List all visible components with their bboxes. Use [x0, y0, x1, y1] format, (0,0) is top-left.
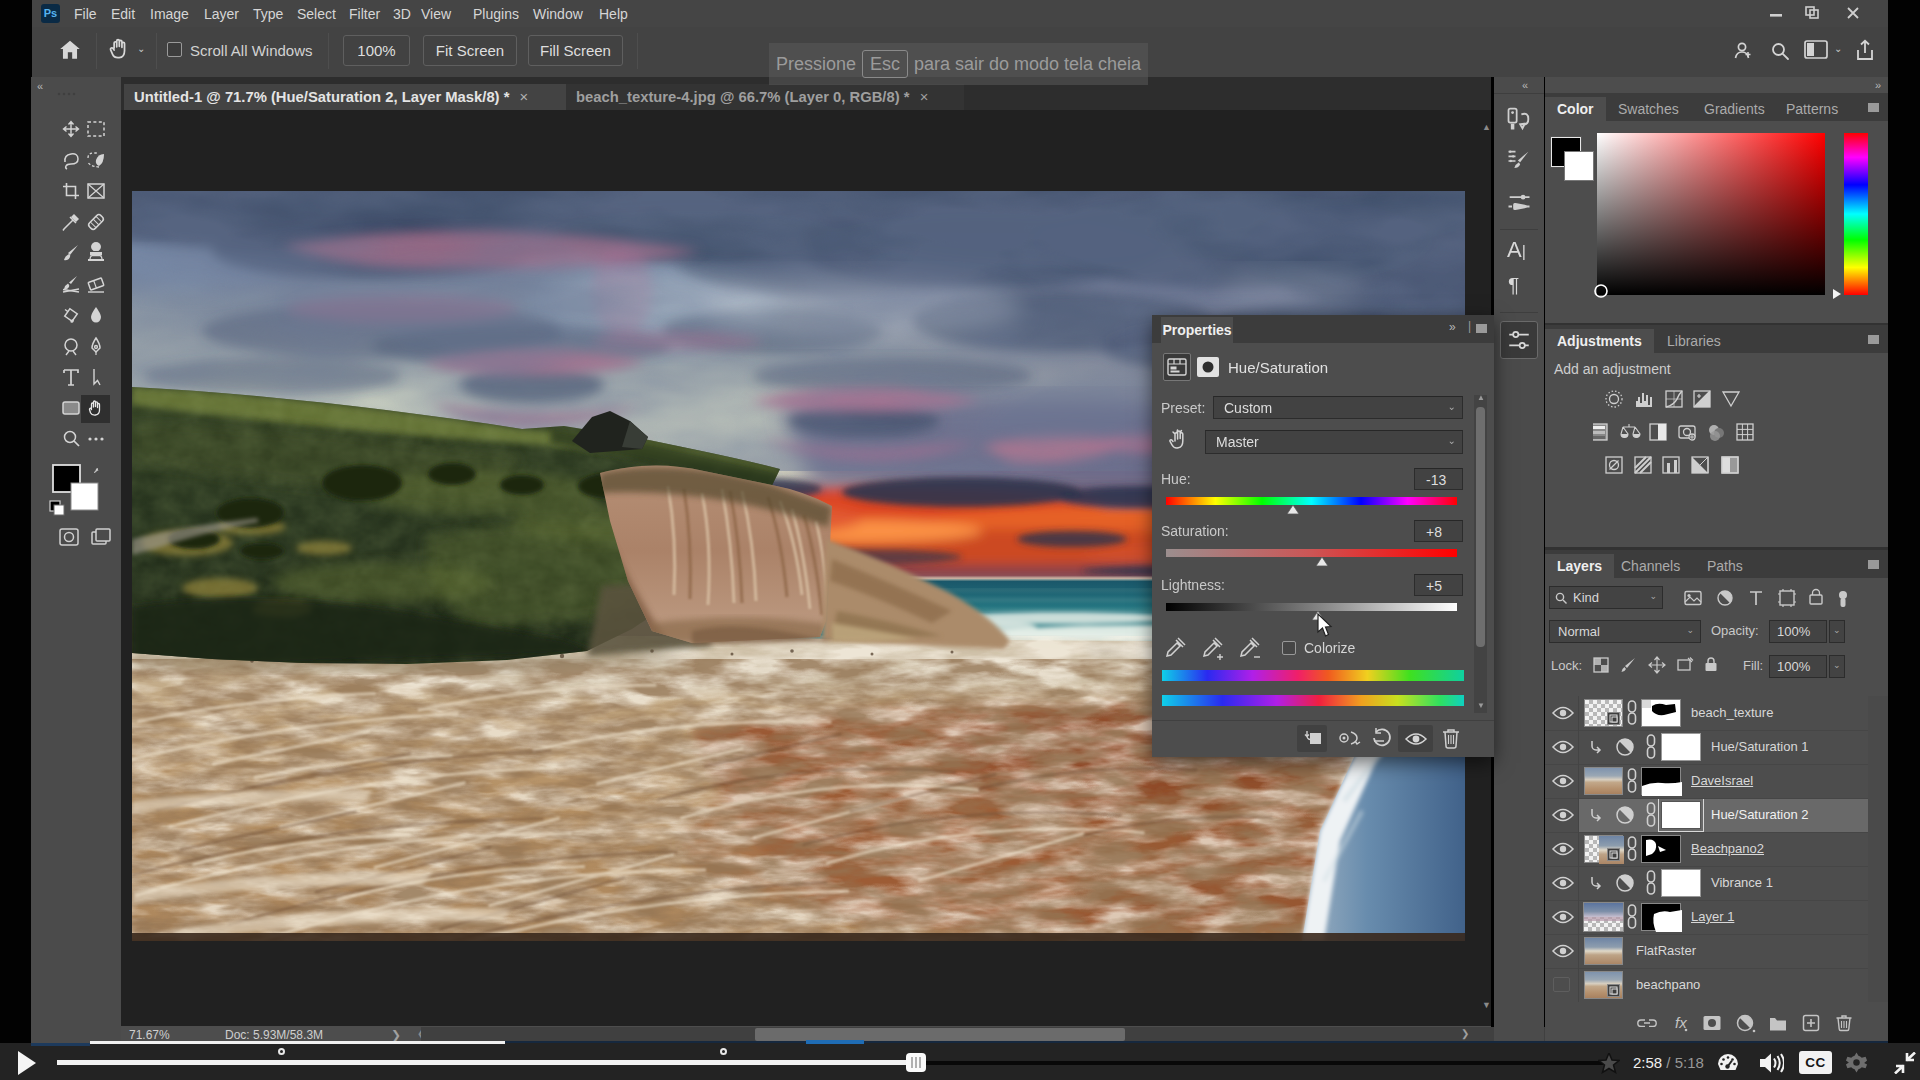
svg-text:fx: fx — [1675, 1014, 1687, 1031]
